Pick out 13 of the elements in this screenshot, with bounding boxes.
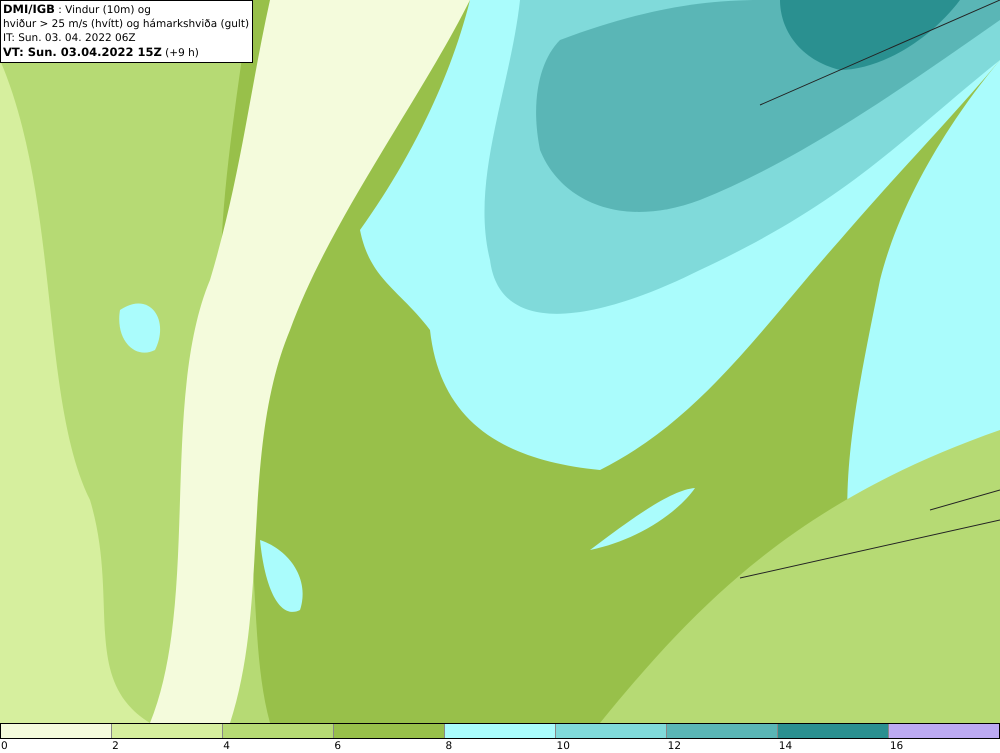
tick-label: 4 bbox=[223, 739, 230, 753]
header-line: IT: Sun. 03. 04. 2022 06Z bbox=[3, 31, 137, 45]
tick-label: 10 bbox=[556, 739, 570, 753]
tick-label: 12 bbox=[668, 739, 682, 753]
tick-label: 0 bbox=[1, 739, 8, 753]
header-line: DMI/IGB : Vindur (10m) og bbox=[3, 2, 152, 17]
tick-label: 8 bbox=[445, 739, 452, 753]
tick-label: 14 bbox=[778, 739, 792, 753]
header-line: VT: Sun. 03.04.2022 15Z (+9 h) bbox=[3, 45, 200, 60]
tick-label: 16 bbox=[890, 739, 904, 753]
tick-label: 2 bbox=[112, 739, 119, 753]
tick-label: 6 bbox=[334, 739, 342, 753]
header-line: hviður > 25 m/s (hvítt) og hámarkshviða (gult) bbox=[3, 17, 250, 31]
